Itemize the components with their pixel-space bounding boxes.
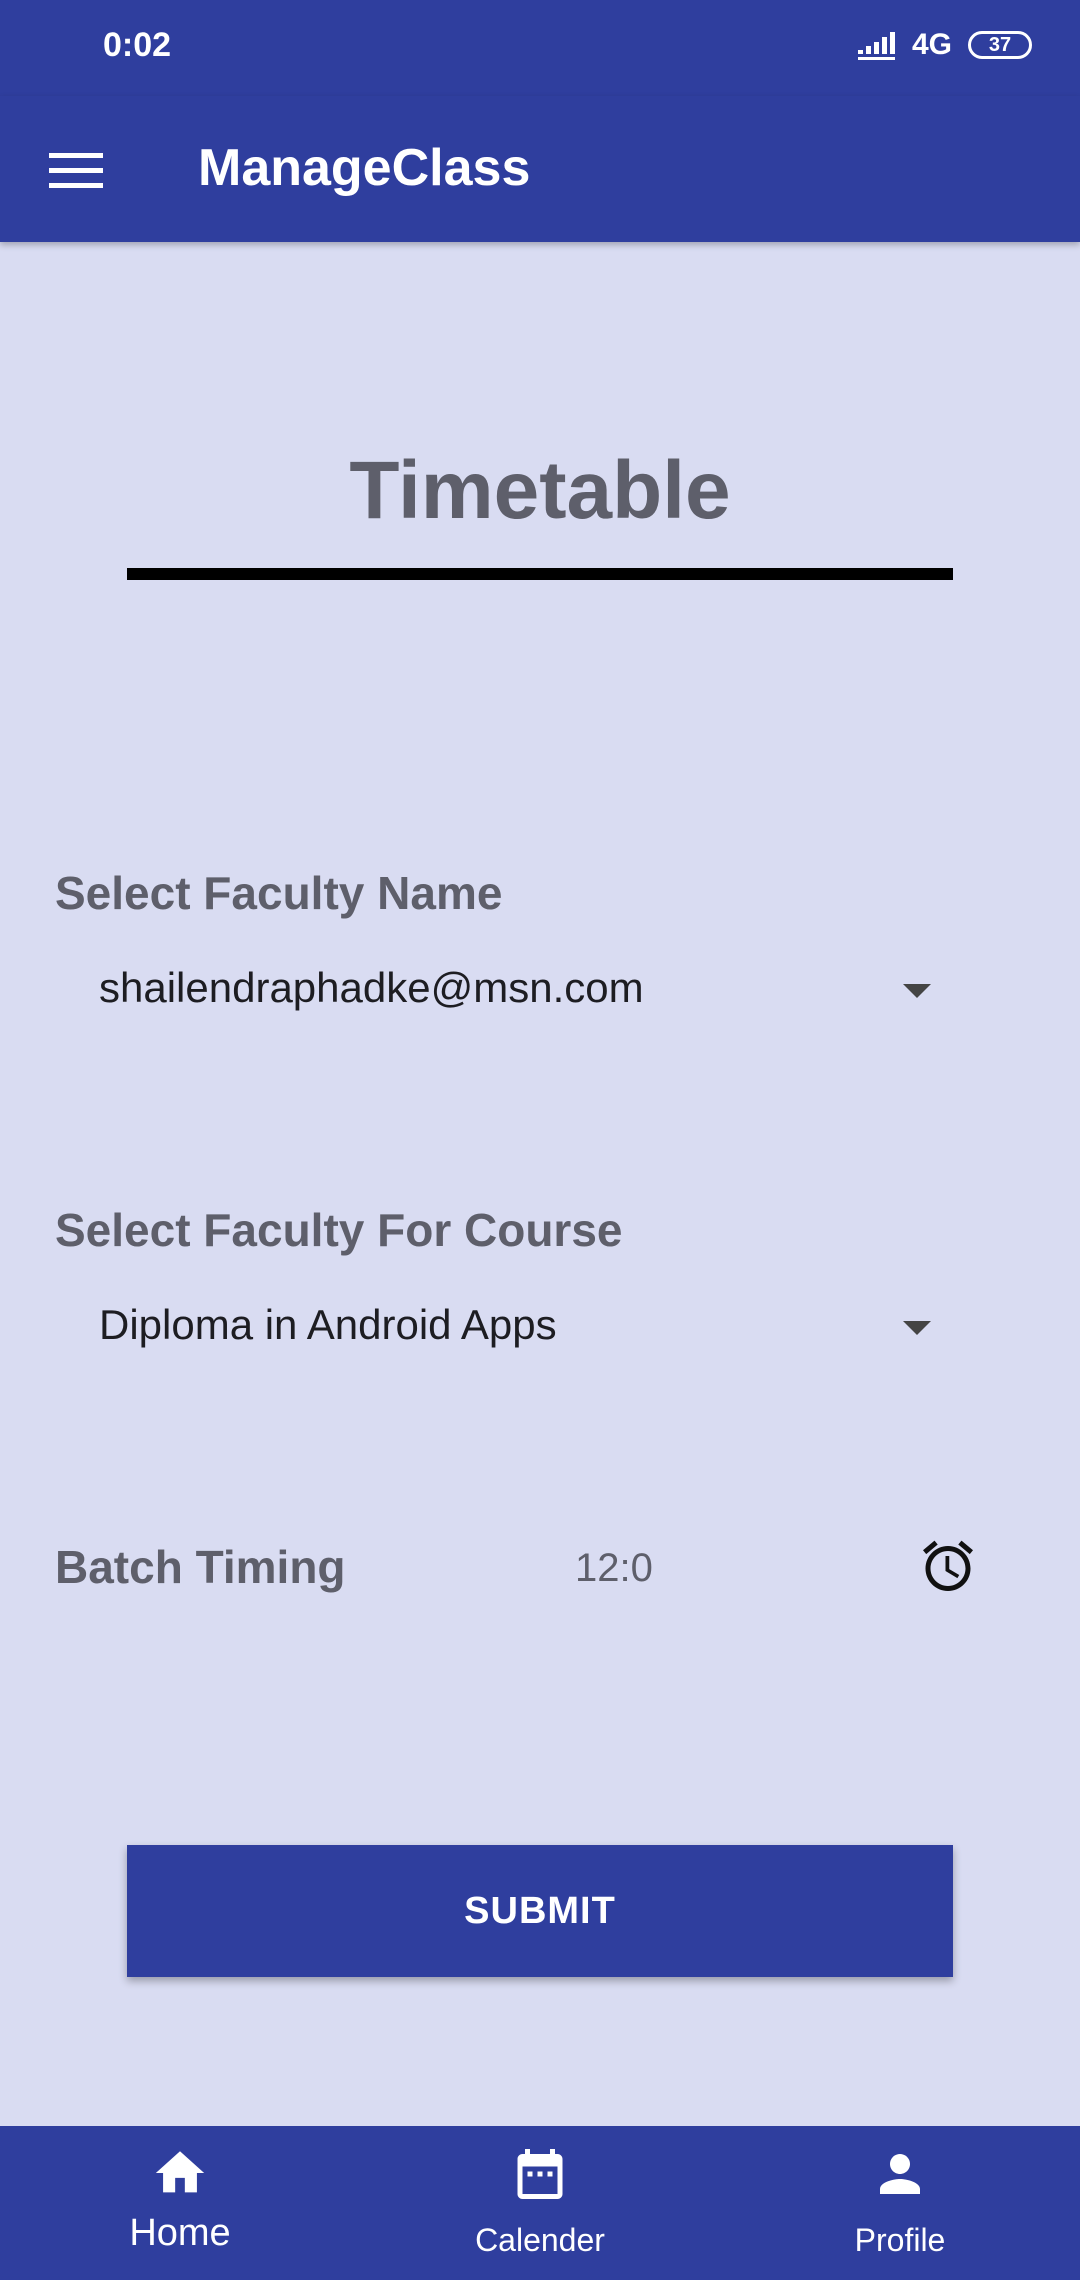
faculty-course-label: Select Faculty For Course (55, 1204, 623, 1256)
faculty-name-label: Select Faculty Name (55, 867, 503, 919)
submit-button[interactable]: SUBMIT (127, 1845, 953, 1977)
nav-item-profile[interactable]: Profile (720, 2126, 1080, 2280)
battery-icon: 37 (968, 31, 1032, 59)
dropdown-arrow-icon (903, 1321, 931, 1335)
calendar-icon (517, 2149, 563, 2199)
status-icons: 4G 37 (857, 28, 1032, 62)
faculty-course-dropdown[interactable]: Diploma in Android Apps (55, 1283, 955, 1373)
batch-timing-label: Batch Timing (55, 1541, 346, 1593)
nav-label-calender: Calender (475, 2222, 605, 2258)
hamburger-menu-icon (49, 153, 103, 188)
person-icon (880, 2154, 920, 2194)
page-title: Timetable (349, 445, 731, 536)
faculty-course-value: Diploma in Android Apps (99, 1301, 557, 1348)
nav-label-profile: Profile (854, 2222, 946, 2258)
batch-timing-value: 12:0 (575, 1546, 653, 1590)
bottom-navigation: Home Calender Profile (0, 2126, 1080, 2280)
app-title: ManageClass (198, 139, 531, 197)
dropdown-arrow-icon (903, 984, 931, 998)
battery-level: 37 (988, 34, 1012, 56)
heading-underline (127, 568, 953, 580)
home-icon (155, 2151, 205, 2193)
nav-item-home[interactable]: Home (0, 2126, 360, 2280)
network-type: 4G (911, 28, 952, 61)
signal-icon (857, 32, 895, 60)
status-time: 0:02 (103, 26, 172, 64)
time-picker-button[interactable] (912, 1530, 984, 1602)
app-bar: ManageClass (0, 96, 1080, 242)
screen: 0:02 4G 37 ManageClass Timetable Select … (0, 0, 1080, 2280)
alarm-clock-icon (923, 1540, 973, 1591)
nav-label-home: Home (129, 2212, 231, 2254)
faculty-name-dropdown[interactable]: shailendraphadke@msn.com (55, 946, 955, 1036)
status-bar: 0:02 4G 37 (0, 0, 1080, 96)
nav-item-calender[interactable]: Calender (360, 2126, 720, 2280)
faculty-name-value: shailendraphadke@msn.com (99, 964, 644, 1011)
menu-button[interactable] (36, 136, 116, 206)
